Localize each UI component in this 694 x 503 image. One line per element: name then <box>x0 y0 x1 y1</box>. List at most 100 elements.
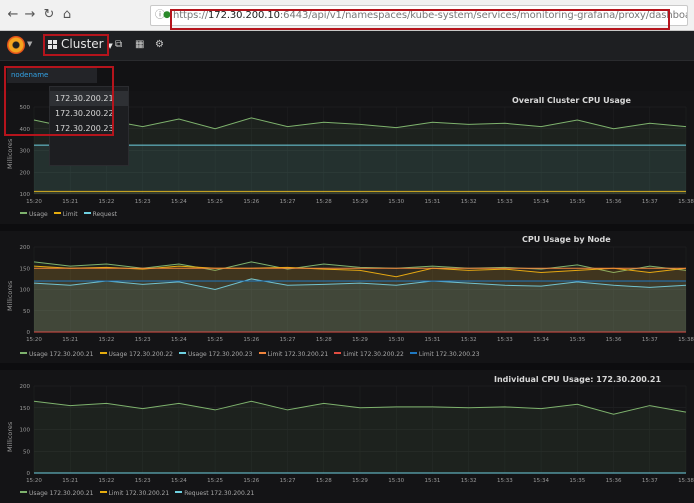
legend-label: Usage <box>29 211 48 218</box>
x-tick-label: 15:23 <box>135 478 151 484</box>
legend-item[interactable]: Request <box>83 211 117 218</box>
chart-individual-cpu: 0 50 100 150 200 15:20 15:21 15:22 15:23 15:24 15:… <box>20 384 694 484</box>
legend-label: Request <box>92 211 117 218</box>
x-tick-label: 15:33 <box>497 199 513 205</box>
legend-item[interactable]: Limit 172.30.200.23 <box>409 351 480 358</box>
legend-item[interactable]: Usage 172.30.200.21 <box>20 490 94 497</box>
x-tick-label: 15:36 <box>606 478 622 484</box>
x-tick-label: 15:28 <box>316 337 332 343</box>
x-tick-label: 15:28 <box>316 478 332 484</box>
legend-swatch <box>83 212 91 214</box>
x-tick-label: 15:36 <box>606 199 622 205</box>
y-tick-label: 200 <box>20 245 31 251</box>
back-icon[interactable]: ← <box>4 6 22 24</box>
x-tick-label: 15:21 <box>62 199 78 205</box>
x-tick-label: 15:27 <box>280 199 296 205</box>
series-area <box>34 281 686 332</box>
x-tick-label: 15:26 <box>243 337 259 343</box>
x-tick-label: 15:25 <box>207 199 223 205</box>
x-tick-label: 15:26 <box>243 199 259 205</box>
x-tick-label: 15:32 <box>461 478 477 484</box>
x-tick-label: 15:24 <box>171 199 187 205</box>
x-tick-label: 15:37 <box>642 478 658 484</box>
x-tick-label: 15:35 <box>569 337 585 343</box>
x-tick-label: 15:38 <box>678 199 694 205</box>
x-tick-label: 15:36 <box>606 337 622 343</box>
y-tick-label: 200 <box>20 170 31 176</box>
x-tick-label: 15:26 <box>243 478 259 484</box>
x-tick-label: 15:32 <box>461 337 477 343</box>
x-tick-label: 15:31 <box>425 478 441 484</box>
y-tick-label: 50 <box>23 309 30 315</box>
x-tick-label: 15:24 <box>171 478 187 484</box>
x-tick-label: 15:20 <box>26 478 42 484</box>
y-tick-label: 0 <box>27 471 31 477</box>
x-tick-label: 15:22 <box>99 478 115 484</box>
legend-item[interactable]: Limit <box>53 211 78 218</box>
panel-individual-cpu: Individual CPU Usage: 172.30.200.21 Mill… <box>0 370 694 503</box>
legend-label: Limit <box>62 211 78 218</box>
series-area <box>34 145 686 194</box>
legend-item[interactable]: Usage 172.30.200.21 <box>20 351 94 358</box>
x-tick-label: 15:20 <box>26 337 42 343</box>
x-tick-label: 15:38 <box>678 337 694 343</box>
legend-label: Usage 172.30.200.21 <box>29 490 94 497</box>
x-tick-label: 15:22 <box>99 337 115 343</box>
variable-highlight-box <box>4 66 114 136</box>
share-icon[interactable]: ⧉ <box>115 39 122 50</box>
x-tick-label: 15:21 <box>62 337 78 343</box>
legend-item[interactable]: Usage 172.30.200.22 <box>99 351 174 358</box>
legend-item[interactable]: Limit 172.30.200.21 <box>99 490 170 497</box>
x-tick-label: 15:33 <box>497 337 513 343</box>
legend-swatch <box>179 352 186 354</box>
legend-swatch <box>53 212 61 214</box>
x-tick-label: 15:29 <box>352 199 368 205</box>
x-tick-label: 15:25 <box>207 337 223 343</box>
x-tick-label: 15:35 <box>569 199 585 205</box>
y-tick-label: 50 <box>23 449 30 455</box>
legend-label: Usage 172.30.200.21 <box>29 351 94 358</box>
legend-item[interactable]: Usage <box>20 211 48 218</box>
reload-icon[interactable]: ↻ <box>40 6 58 24</box>
x-tick-label: 15:25 <box>207 478 223 484</box>
legend-item[interactable]: Limit 172.30.200.21 <box>258 351 329 358</box>
x-tick-label: 15:27 <box>280 478 296 484</box>
x-tick-label: 15:31 <box>425 337 441 343</box>
y-tick-label: 0 <box>27 330 31 336</box>
legend-item[interactable]: Usage 172.30.200.23 <box>179 351 253 358</box>
x-tick-label: 15:34 <box>533 337 549 343</box>
x-tick-label: 15:22 <box>99 199 115 205</box>
legend: Usage 172.30.200.21 Limit 172.30.200.21 Re… <box>20 490 260 497</box>
x-tick-label: 15:27 <box>280 337 296 343</box>
x-tick-label: 15:30 <box>388 199 404 205</box>
legend-swatch <box>175 491 183 493</box>
series-area <box>34 401 686 473</box>
save-icon[interactable]: ▦ <box>135 39 144 50</box>
caret-down-icon: ▼ <box>27 40 33 48</box>
x-tick-label: 15:30 <box>388 478 404 484</box>
x-tick-label: 15:21 <box>62 478 78 484</box>
legend-swatch <box>258 352 266 354</box>
legend-swatch <box>20 352 27 354</box>
legend-item[interactable]: Limit 172.30.200.22 <box>334 351 404 358</box>
legend-label: Limit 172.30.200.23 <box>418 351 480 358</box>
settings-gear-icon[interactable]: ⚙ <box>155 39 164 50</box>
legend-label: Usage 172.30.200.22 <box>108 351 174 358</box>
x-tick-label: 15:30 <box>388 337 404 343</box>
grafana-logo-icon[interactable] <box>7 36 25 54</box>
x-tick-label: 15:38 <box>678 478 694 484</box>
forward-icon[interactable]: → <box>21 6 39 24</box>
x-tick-label: 15:34 <box>533 478 549 484</box>
title-highlight-box <box>43 34 109 56</box>
legend-swatch <box>99 491 107 493</box>
legend-label: Limit 172.30.200.21 <box>108 490 170 497</box>
x-tick-label: 15:29 <box>352 337 368 343</box>
legend-swatch <box>20 491 27 493</box>
x-tick-label: 15:37 <box>642 337 658 343</box>
home-icon[interactable]: ⌂ <box>58 6 76 24</box>
x-tick-label: 15:32 <box>461 199 477 205</box>
panel-cpu-by-node: CPU Usage by Node Millicores 0 50 100 150 20… <box>0 231 694 363</box>
legend-item[interactable]: Request 172.30.200.21 <box>175 490 254 497</box>
legend-label: Limit 172.30.200.21 <box>267 351 329 358</box>
y-tick-label: 150 <box>20 266 31 272</box>
